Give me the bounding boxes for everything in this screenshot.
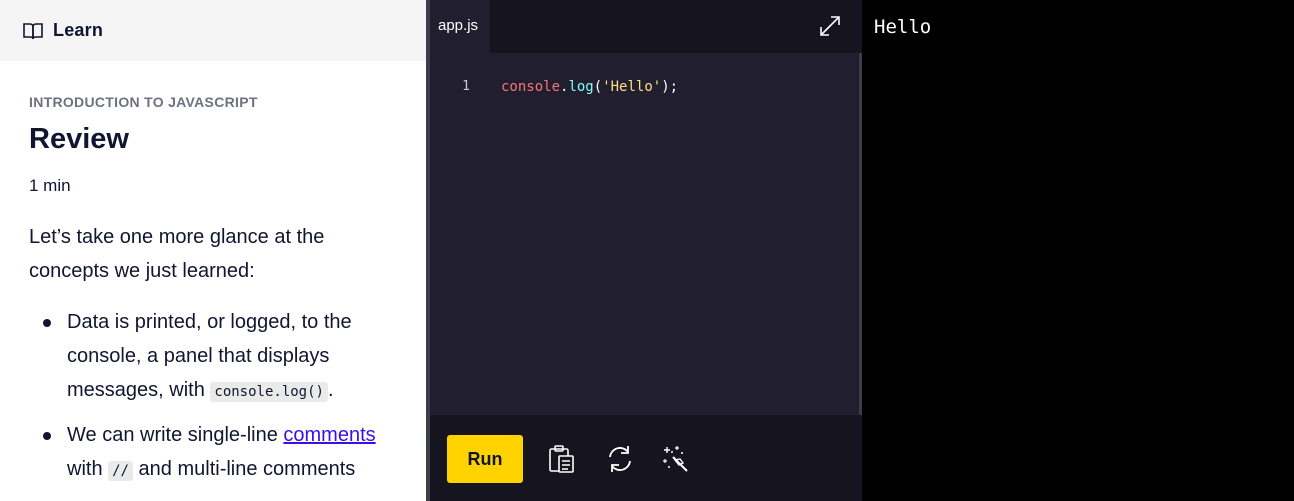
token-open-paren: ( [593,79,603,95]
lesson-duration: 1 min [29,175,71,195]
token-object: console [501,79,561,95]
magic-wand-icon[interactable] [661,443,691,475]
code-text[interactable]: console.log('Hello'); [501,79,678,95]
list-item: Data is printed, or logged, to the conso… [29,305,391,409]
lesson-content: INTRODUCTION TO JAVASCRIPT Review 1 min … [0,94,426,488]
run-button[interactable]: Run [447,435,523,483]
code-editor[interactable]: 1 console.log('Hello'); [430,53,862,415]
editor-toolbar: Run [430,415,862,501]
review-list: Data is printed, or logged, to the conso… [29,305,397,488]
tab-app-js[interactable]: app.js [430,0,490,53]
learn-pane: Learn INTRODUCTION TO JAVASCRIPT Review … [0,0,426,501]
list-item: We can write single-line comments with /… [29,418,391,488]
course-name: INTRODUCTION TO JAVASCRIPT [29,94,258,110]
refresh-icon[interactable] [605,443,635,475]
console-output: Hello [874,16,932,38]
code-line[interactable]: 1 console.log('Hello'); [430,79,862,97]
expand-icon[interactable] [818,14,842,38]
editor-pane: app.js 1 console.log('Hello'); Run [426,0,862,501]
output-pane: Hello [862,0,1294,501]
comments-link[interactable]: comments [283,424,375,446]
bullet-dot [43,431,51,440]
learn-header-label[interactable]: Learn [53,20,103,41]
bullet-text: We can write single-line [67,423,284,446]
bullet-text-2: with [67,457,109,480]
lesson-title: Review [29,123,129,155]
book-icon [23,22,43,39]
editor-tab-bar: app.js [430,0,862,53]
inline-code: console.log() [210,381,328,402]
token-string: 'Hello' [602,79,662,95]
inline-code: // [108,460,133,481]
bullet-text-3: and multi-line comments [132,457,356,480]
token-function: log [568,79,594,95]
token-close: ); [661,79,679,95]
lesson-intro: Let’s take one more glance at the concep… [29,225,325,282]
clipboard-icon[interactable] [547,443,577,475]
learn-header: Learn [0,0,426,61]
bullet-dot [43,318,51,327]
bullet-suffix: . [327,378,334,401]
line-number: 1 [462,79,470,94]
